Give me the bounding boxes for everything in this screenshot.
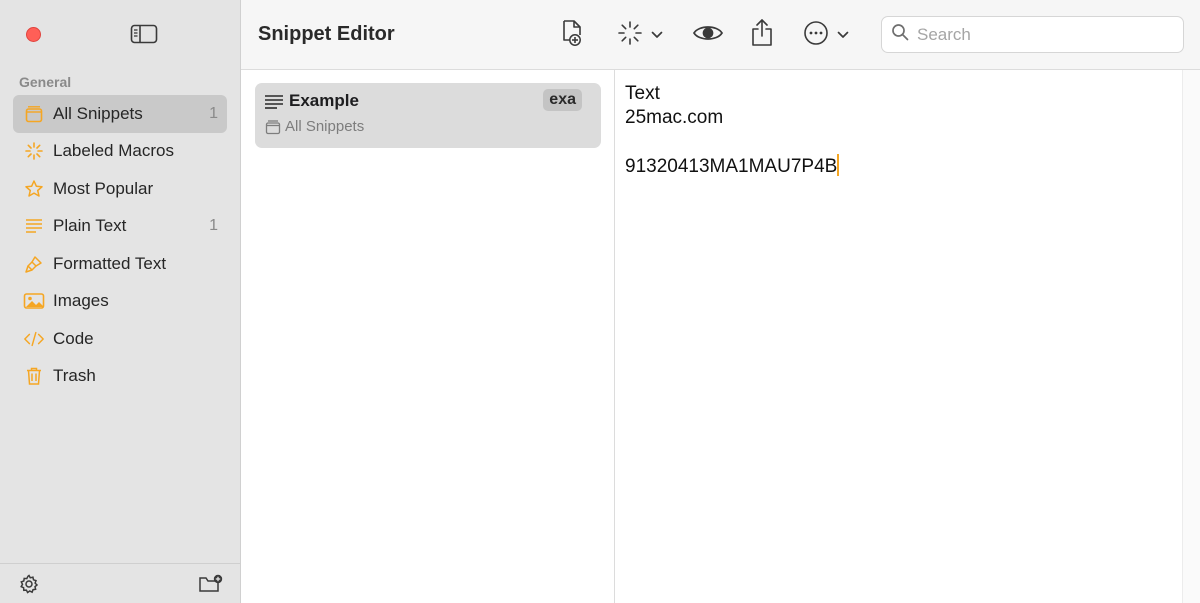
sparkle-icon [617, 20, 643, 51]
eye-icon [692, 22, 724, 49]
sidebar-item-label: Plain Text [53, 216, 127, 236]
editor-line-last: 91320413MA1MAU7P4B [625, 154, 1173, 179]
sidebar-item-code[interactable]: Code [13, 320, 227, 358]
snippet-collection: All Snippets [285, 118, 365, 135]
ellipsis-circle-icon [803, 20, 829, 51]
photo-icon [23, 290, 45, 312]
sidebar-item-most-popular[interactable]: Most Popular [13, 170, 227, 208]
sidebar-item-label: Images [53, 291, 109, 311]
share-button[interactable] [750, 18, 774, 52]
snippet-editor[interactable]: Text 25mac.com 91320413MA1MAU7P4B [616, 70, 1182, 603]
text-lines-icon [265, 95, 283, 109]
paintbrush-icon [23, 253, 45, 275]
text-lines-icon [23, 215, 45, 237]
sidebar-toggle-icon[interactable] [130, 24, 158, 44]
trash-icon [23, 365, 45, 387]
tray-icon [23, 103, 45, 125]
sidebar-item-label: Formatted Text [53, 253, 167, 273]
new-folder-icon[interactable] [198, 573, 224, 595]
sidebar-item-label: All Snippets [53, 103, 143, 123]
preview-button[interactable] [692, 18, 724, 52]
snippet-list: Example exa All Snippets [241, 70, 615, 603]
editor-line-text: 91320413MA1MAU7P4B [625, 156, 838, 177]
toolbar: Snippet Editor [241, 0, 1200, 70]
sidebar-item-count: 1 [209, 104, 218, 122]
sidebar-item-count: 1 [209, 217, 218, 235]
macros-menu-button[interactable] [617, 18, 663, 52]
search-field[interactable] [881, 16, 1184, 53]
search-icon [891, 23, 909, 46]
sidebar-nav: All Snippets 1 Labeled Macros Most Popul… [13, 95, 227, 395]
snippet-list-item[interactable]: Example exa All Snippets [255, 83, 601, 148]
new-snippet-button[interactable] [559, 18, 587, 52]
window-title: Snippet Editor [258, 23, 395, 45]
sidebar-footer [0, 563, 240, 603]
sidebar-item-trash[interactable]: Trash [13, 358, 227, 396]
sidebar-item-label: Most Popular [53, 178, 154, 198]
code-icon [23, 328, 45, 350]
chevron-down-icon [651, 26, 663, 44]
abbreviation-badge: exa [543, 89, 582, 111]
editor-line: 25mac.com [625, 107, 724, 128]
snippet-title: Example [289, 91, 359, 110]
tray-icon [265, 119, 281, 135]
editor-scrollbar[interactable] [1182, 70, 1200, 603]
sidebar-item-formatted-text[interactable]: Formatted Text [13, 245, 227, 283]
sidebar-item-labeled-macros[interactable]: Labeled Macros [13, 133, 227, 171]
sparkle-icon [23, 140, 45, 162]
sidebar-item-label: Labeled Macros [53, 141, 174, 161]
sidebar-item-label: Trash [53, 366, 96, 386]
sidebar-item-plain-text[interactable]: Plain Text 1 [13, 208, 227, 246]
sidebar-item-images[interactable]: Images [13, 283, 227, 321]
section-label-general: General [19, 74, 72, 90]
new-document-icon [559, 18, 587, 53]
close-window-button[interactable] [26, 27, 41, 42]
share-icon [750, 18, 774, 53]
sidebar-item-all-snippets[interactable]: All Snippets 1 [13, 95, 227, 133]
star-icon [23, 178, 45, 200]
gear-icon[interactable] [18, 573, 40, 595]
search-input[interactable] [917, 24, 1167, 45]
sidebar-item-label: Code [53, 328, 94, 348]
text-caret [837, 154, 840, 176]
sidebar: General All Snippets 1 Labeled Macros Mo… [0, 0, 241, 603]
editor-line: Text [625, 83, 660, 104]
chevron-down-icon [837, 26, 849, 44]
more-actions-button[interactable] [803, 18, 849, 52]
